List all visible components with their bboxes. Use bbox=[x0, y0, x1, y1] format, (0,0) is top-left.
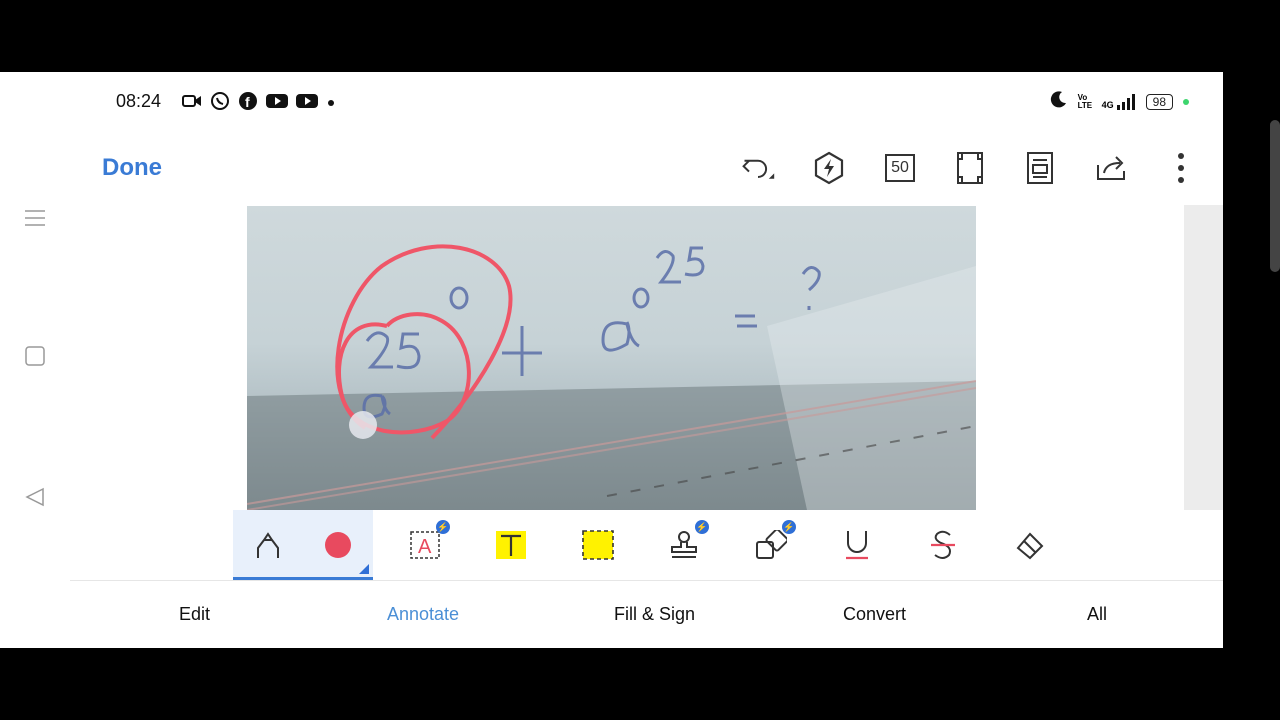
fullscreen-button[interactable] bbox=[952, 150, 988, 186]
app-bar: Done 50 bbox=[0, 130, 1223, 205]
tab-fill-and-sign[interactable]: Fill & Sign bbox=[614, 604, 695, 625]
text-box-tool-button[interactable]: A ⚡ bbox=[390, 510, 460, 580]
battery-indicator: 98 bbox=[1145, 93, 1173, 110]
share-button[interactable] bbox=[1093, 150, 1129, 186]
share-icon bbox=[1097, 156, 1125, 180]
tab-annotate[interactable]: Annotate bbox=[387, 604, 459, 625]
stamp-tool-button[interactable]: ⚡ bbox=[649, 510, 719, 580]
svg-text:A: A bbox=[418, 536, 432, 558]
network-type: 4G bbox=[1101, 99, 1114, 110]
text-box-icon: A bbox=[410, 531, 440, 559]
pen-icon bbox=[257, 532, 279, 558]
back-button[interactable] bbox=[22, 484, 48, 510]
shapes-icon bbox=[756, 530, 787, 559]
tab-convert[interactable]: Convert bbox=[843, 604, 906, 625]
document-page-image[interactable] bbox=[247, 206, 976, 510]
youtube-icon bbox=[296, 93, 318, 114]
pro-bolt-icon: ⚡ bbox=[436, 520, 450, 534]
volte-icon: Vo LTE bbox=[1077, 92, 1093, 110]
pen-color-button[interactable] bbox=[303, 510, 373, 580]
area-highlight-icon bbox=[582, 530, 614, 560]
text-highlight-icon bbox=[496, 531, 526, 559]
page-margin bbox=[1184, 205, 1223, 510]
undo-button[interactable] bbox=[740, 150, 776, 186]
back-triangle-icon bbox=[25, 487, 44, 507]
menu-button[interactable] bbox=[22, 205, 48, 231]
zoom-level: 50 bbox=[891, 159, 909, 176]
home-button[interactable] bbox=[22, 343, 48, 369]
eraser-icon bbox=[1016, 532, 1044, 560]
pro-bolt-icon: ⚡ bbox=[695, 520, 709, 534]
strikethrough-tool-button[interactable] bbox=[908, 510, 978, 580]
fullscreen-icon bbox=[957, 152, 983, 184]
tab-edit[interactable]: Edit bbox=[179, 604, 210, 625]
underline-tool-button[interactable] bbox=[822, 510, 892, 580]
strikethrough-icon bbox=[931, 530, 955, 559]
text-highlight-tool-button[interactable] bbox=[476, 510, 546, 580]
document-view[interactable] bbox=[70, 205, 1223, 510]
signal-4g-icon: 4G bbox=[1101, 93, 1136, 110]
page-layout-icon bbox=[1027, 152, 1053, 184]
system-icons: Vo LTE 4G 98 bbox=[1050, 90, 1189, 113]
menu-icon bbox=[25, 210, 45, 226]
facebook-icon: f bbox=[238, 91, 258, 116]
status-time: 08:24 bbox=[116, 91, 162, 111]
underline-icon bbox=[846, 531, 868, 560]
undo-icon bbox=[742, 159, 775, 179]
bottom-tab-bar: Edit Annotate Fill & Sign Convert All bbox=[70, 580, 1223, 648]
svg-text:f: f bbox=[245, 94, 250, 110]
annotate-toolbar: A ⚡ ⚡ ⚡ bbox=[70, 510, 1223, 581]
page-layout-button[interactable] bbox=[1022, 150, 1058, 186]
done-button[interactable]: Done bbox=[102, 154, 162, 182]
privacy-dot bbox=[1183, 98, 1189, 105]
dropdown-corner-icon bbox=[359, 564, 369, 574]
pen-tool-button[interactable] bbox=[233, 510, 303, 580]
video-camera-icon bbox=[182, 93, 202, 114]
tab-all[interactable]: All bbox=[1087, 604, 1107, 625]
zoom-button[interactable]: 50 bbox=[882, 150, 918, 186]
more-icon bbox=[1178, 153, 1184, 183]
dot-icon bbox=[326, 95, 336, 113]
shapes-tool-button[interactable]: ⚡ bbox=[736, 510, 806, 580]
system-nav-bar bbox=[0, 205, 70, 648]
stamp-icon bbox=[671, 531, 697, 558]
whatsapp-icon bbox=[210, 91, 230, 116]
pro-bolt-icon: ⚡ bbox=[782, 520, 796, 534]
area-highlight-tool-button[interactable] bbox=[563, 510, 633, 580]
ai-tools-button[interactable] bbox=[811, 150, 847, 186]
status-bar: 08:24 f Vo LTE 4G 98 bbox=[0, 72, 1223, 130]
external-scroll-handle bbox=[1270, 120, 1280, 272]
device-screen: 08:24 f Vo LTE 4G 98 Done 50 A ⚡ ⚡ ⚡ Edi… bbox=[0, 72, 1223, 648]
color-dot-icon bbox=[325, 532, 351, 558]
more-options-button[interactable] bbox=[1163, 150, 1199, 186]
notification-icons: f bbox=[182, 91, 336, 116]
youtube-icon bbox=[266, 93, 288, 114]
ai-bolt-icon bbox=[814, 151, 844, 185]
square-icon bbox=[25, 346, 45, 366]
moon-icon bbox=[1050, 90, 1068, 113]
eraser-tool-button[interactable] bbox=[995, 510, 1065, 580]
